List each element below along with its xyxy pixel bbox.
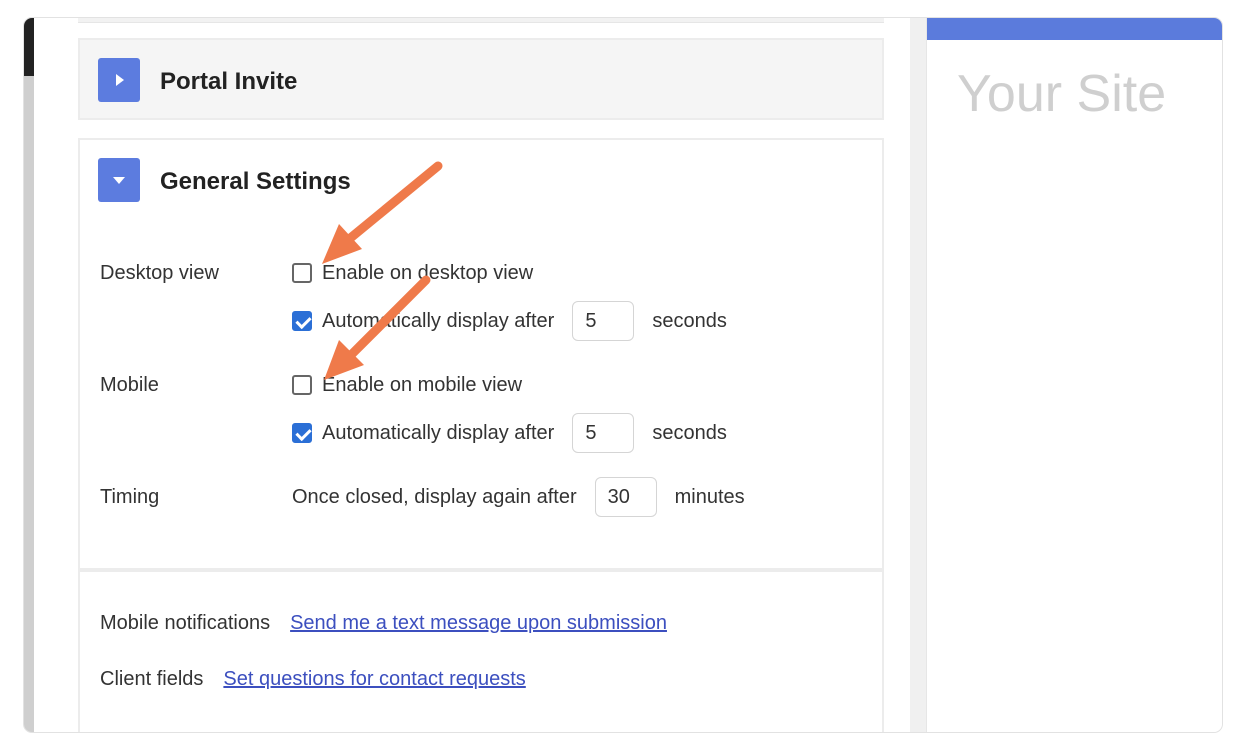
chevron-down-icon: [113, 177, 125, 184]
mobile-notifications-row: Mobile notifications Send me a text mess…: [100, 612, 667, 635]
preview-header-bar: [927, 18, 1222, 40]
client-fields-label: Client fields: [100, 668, 204, 690]
mobile-enable-checkbox[interactable]: [292, 375, 312, 395]
send-text-message-link[interactable]: Send me a text message upon submission: [290, 612, 667, 635]
timing-label: Timing: [100, 486, 160, 508]
collapse-toggle-button[interactable]: [98, 158, 140, 202]
mobile-auto-checkbox[interactable]: [292, 423, 312, 443]
mobile-delay-input[interactable]: 5: [572, 413, 635, 453]
chevron-right-icon: [116, 74, 124, 86]
preview-title: Your Site: [957, 65, 1167, 123]
timing-delay-input[interactable]: 30: [594, 477, 657, 517]
timing-unit-label: minutes: [674, 485, 745, 508]
desktop-auto-label: Automatically display after: [322, 309, 555, 332]
desktop-enable-checkbox[interactable]: [292, 263, 312, 283]
settings-panel: Portal Invite General Settings Desktop v…: [38, 18, 910, 732]
portal-invite-section[interactable]: Portal Invite: [78, 38, 884, 120]
mobile-auto-label: Automatically display after: [322, 421, 555, 444]
site-preview: Your Site: [926, 18, 1222, 732]
general-settings-section[interactable]: General Settings: [78, 138, 884, 220]
mobile-enable-label: Enable on mobile view: [322, 373, 523, 396]
expand-toggle-button[interactable]: [98, 58, 140, 102]
section-title: Portal Invite: [160, 68, 298, 95]
desktop-unit-label: seconds: [652, 309, 727, 332]
set-questions-link[interactable]: Set questions for contact requests: [223, 668, 525, 691]
previous-section-edge: [78, 18, 884, 23]
section-title: General Settings: [160, 168, 351, 195]
timing-option: Once closed, display again after 30 minu…: [292, 474, 745, 520]
mobile-unit-label: seconds: [652, 421, 727, 444]
desktop-enable-label: Enable on desktop view: [322, 261, 534, 284]
desktop-auto-checkbox[interactable]: [292, 311, 312, 331]
desktop-view-label: Desktop view: [100, 262, 219, 284]
desktop-enable-option[interactable]: Enable on desktop view: [292, 256, 533, 290]
desktop-delay-input[interactable]: 5: [572, 301, 635, 341]
mobile-enable-option[interactable]: Enable on mobile view: [292, 368, 522, 402]
mobile-notifications-label: Mobile notifications: [100, 612, 271, 634]
left-edge: [24, 18, 34, 76]
mobile-auto-option: Automatically display after 5 seconds: [292, 410, 727, 456]
client-fields-row: Client fields Set questions for contact …: [100, 668, 526, 691]
notifications-section: Mobile notifications Send me a text mess…: [78, 570, 884, 732]
general-settings-body: Desktop view Enable on desktop view Auto…: [78, 218, 884, 570]
app-window: Portal Invite General Settings Desktop v…: [24, 18, 1222, 732]
panel-divider: [910, 18, 926, 732]
desktop-auto-option: Automatically display after 5 seconds: [292, 298, 727, 344]
timing-text: Once closed, display again after: [292, 485, 577, 508]
left-scrollbar-track: [24, 76, 34, 732]
mobile-label: Mobile: [100, 374, 159, 396]
